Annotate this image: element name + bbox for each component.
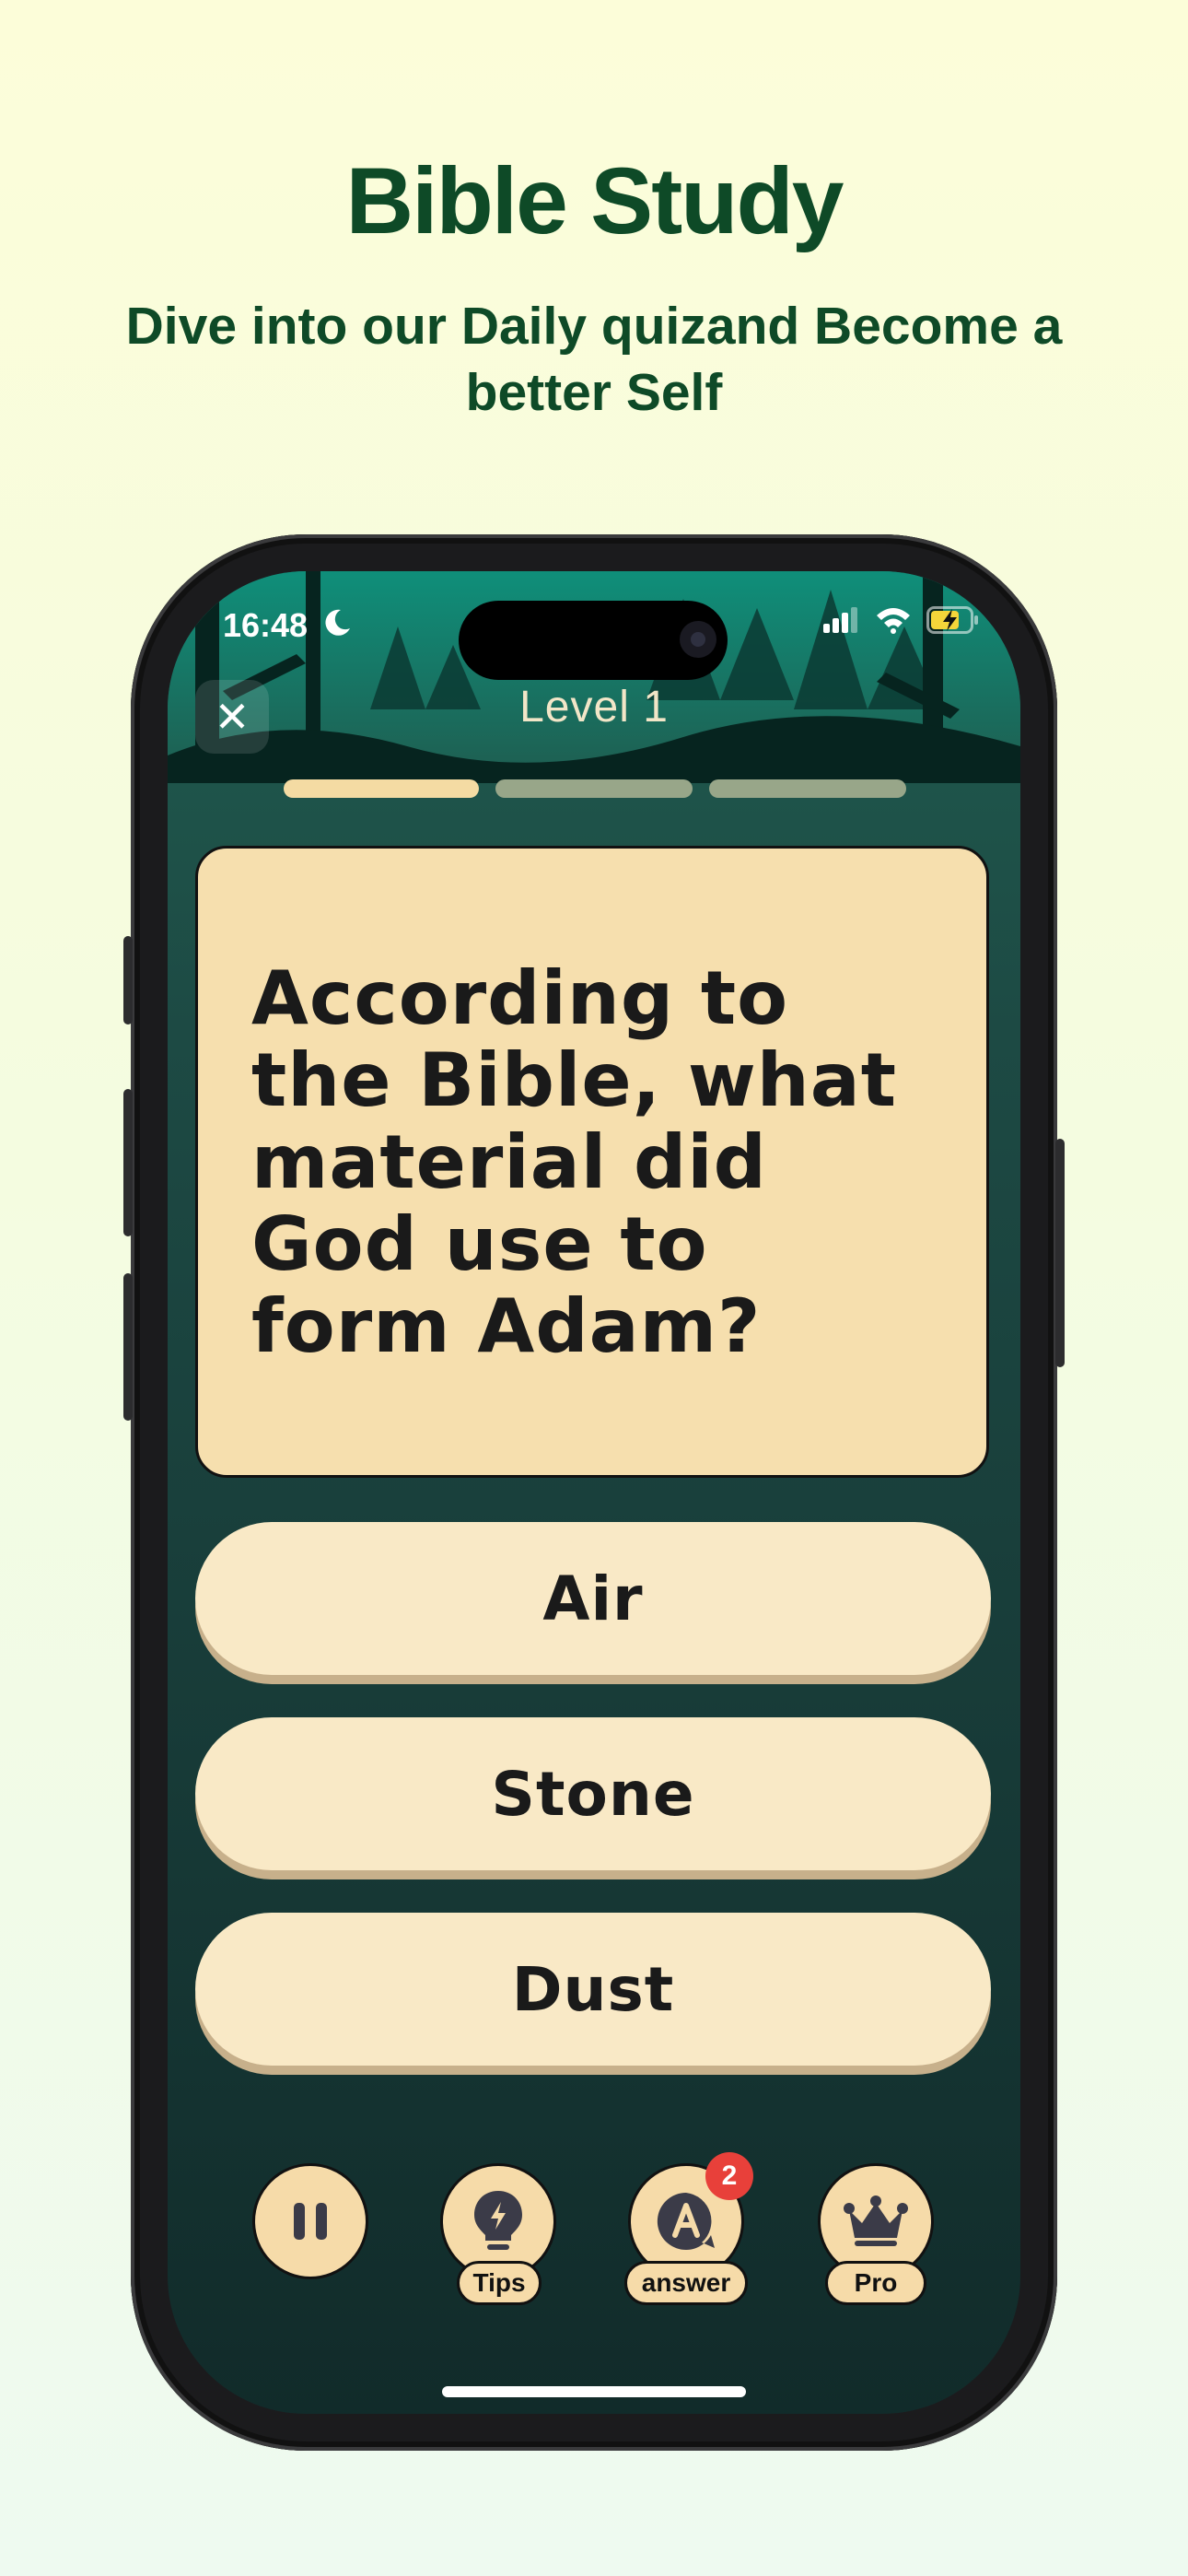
answer-label: answer — [624, 2261, 748, 2305]
pause-icon — [294, 2203, 327, 2240]
cellular-signal-icon — [823, 607, 857, 633]
home-indicator[interactable] — [442, 2386, 746, 2397]
progress-segment-1 — [284, 779, 479, 798]
wifi-icon — [877, 608, 910, 634]
answer-button-air[interactable]: Air — [195, 1522, 991, 1675]
dynamic-island — [459, 601, 728, 680]
focus-moon-icon — [325, 609, 350, 636]
question-text: According to the Bible, what material di… — [251, 955, 897, 1369]
app-screen: 16:48 ✕ Level 1 According to the Bible, … — [168, 571, 1020, 2414]
answer-label: Air — [542, 1563, 644, 1634]
answer-button-dust[interactable]: Dust — [195, 1913, 991, 2066]
phone-volume-down-button — [123, 1273, 133, 1421]
promo-subtitle: Dive into our Daily quizand Become a bet… — [125, 297, 1063, 422]
battery-charging-icon — [926, 606, 978, 634]
answer-label: Dust — [511, 1953, 675, 2025]
answer-count-badge: 2 — [705, 2152, 753, 2200]
phone-volume-up-button — [123, 1089, 133, 1236]
status-time: 16:48 — [223, 606, 309, 644]
progress-segment-2 — [495, 779, 693, 798]
tips-label: Tips — [457, 2261, 542, 2305]
promo-title: Bible Study — [345, 148, 844, 253]
pause-button[interactable] — [252, 2163, 368, 2279]
answer-label: Stone — [491, 1758, 695, 1830]
lightbulb-icon — [474, 2191, 522, 2250]
phone-action-button — [123, 936, 133, 1025]
answer-button-stone[interactable]: Stone — [195, 1717, 991, 1870]
pro-label: Pro — [825, 2261, 926, 2305]
level-title: Level 1 — [519, 683, 669, 732]
progress-segment-3 — [709, 779, 906, 798]
crown-icon — [844, 2195, 908, 2246]
phone-power-button — [1055, 1139, 1065, 1367]
question-card: According to the Bible, what material di… — [195, 846, 989, 1478]
front-camera — [680, 621, 716, 658]
status-icons — [823, 606, 980, 634]
letter-a-icon — [657, 2192, 715, 2250]
